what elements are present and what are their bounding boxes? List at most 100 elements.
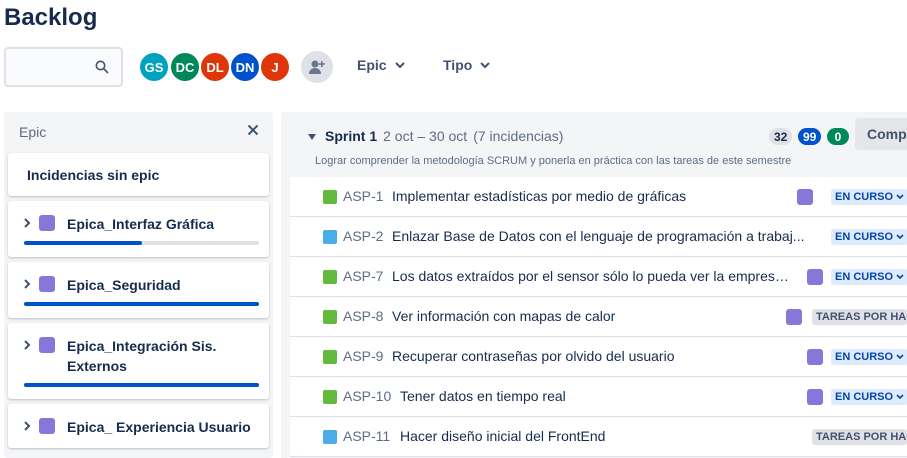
sprint-name: Sprint 1: [325, 128, 378, 144]
epic-progress-bar: [24, 241, 259, 245]
avatar[interactable]: DC: [169, 51, 201, 83]
epic-item[interactable]: Epica_Integración Sis. Externos: [8, 323, 269, 399]
status-label: EN CURSO: [835, 351, 894, 363]
issue-summary: Recuperar contraseñas por olvido del usu…: [392, 348, 675, 364]
chevron-down-icon: [896, 354, 904, 360]
epic-item-no-epic[interactable]: Incidencias sin epic: [8, 153, 269, 196]
chevron-right-icon[interactable]: [23, 421, 31, 431]
epic-color-swatch: [39, 276, 55, 292]
chevron-right-icon[interactable]: [23, 218, 31, 228]
issue-row[interactable]: ASP-1 Implementar estadísticas por medio…: [290, 177, 907, 217]
epic-item-label: Epica_Integración Sis. Externos: [67, 338, 217, 374]
status-label: EN CURSO: [835, 391, 894, 403]
status-dropdown[interactable]: EN CURSO: [831, 349, 907, 365]
avatar[interactable]: DN: [229, 51, 261, 83]
chevron-right-icon[interactable]: [23, 340, 31, 350]
in-progress-points-badge: 99: [798, 128, 822, 145]
issue-summary: Enlazar Base de Datos con el lenguaje de…: [392, 228, 805, 244]
issue-summary: Los datos extraídos por el sensor sólo l…: [392, 268, 792, 284]
epic-color-swatch: [807, 269, 823, 285]
add-user-button[interactable]: [301, 51, 333, 83]
issue-key[interactable]: ASP-7: [343, 268, 383, 284]
chevron-down-icon: [896, 394, 904, 400]
complete-sprint-button[interactable]: Completar sprint: [855, 118, 907, 150]
task-icon: [323, 230, 337, 244]
chevron-down-icon: [896, 194, 904, 200]
sprint-panel: Sprint 1 2 oct – 30 oct (7 incidencias) …: [281, 112, 907, 458]
issue-row[interactable]: ASP-2 Enlazar Base de Datos con el lengu…: [290, 217, 907, 257]
epic-item-label: Epica_Seguridad: [67, 277, 181, 293]
chevron-down-icon: [394, 61, 405, 68]
epic-item[interactable]: Epica_Seguridad: [8, 262, 269, 318]
issue-row[interactable]: ASP-11 Hacer diseño inicial del FrontEnd…: [290, 417, 907, 457]
status-dropdown[interactable]: TAREAS POR HAC: [812, 429, 907, 445]
issue-row[interactable]: ASP-7 Los datos extraídos por el sensor …: [290, 257, 907, 297]
issue-key[interactable]: ASP-1: [343, 188, 383, 204]
epic-color-swatch: [797, 189, 813, 205]
chevron-down-icon: [896, 234, 904, 240]
epic-item-label: Incidencias sin epic: [27, 167, 160, 183]
chevron-down-icon: [896, 274, 904, 280]
avatar[interactable]: GS: [138, 51, 170, 83]
search-icon: [95, 60, 109, 74]
status-dropdown[interactable]: TAREAS POR HAC: [812, 309, 907, 325]
epic-item[interactable]: Epica_Interfaz Gráfica: [8, 201, 269, 257]
issue-row[interactable]: ASP-10 Tener datos en tiempo real EN CUR…: [290, 377, 907, 417]
status-label: TAREAS POR HAC: [816, 311, 907, 323]
story-icon: [323, 390, 337, 404]
issue-key[interactable]: ASP-2: [343, 228, 383, 244]
epic-item-label: Epica_ Experiencia Usuario: [67, 419, 251, 435]
page-title: Backlog: [4, 4, 98, 31]
epic-progress-bar: [24, 383, 259, 387]
epic-filter-dropdown[interactable]: Epic: [357, 57, 405, 73]
story-icon: [323, 310, 337, 324]
sprint-header[interactable]: Sprint 1 2 oct – 30 oct (7 incidencias): [325, 128, 563, 144]
status-label: EN CURSO: [835, 231, 894, 243]
sprint-issue-count: (7 incidencias): [473, 128, 564, 144]
status-dropdown[interactable]: EN CURSO: [831, 269, 907, 285]
status-label: EN CURSO: [835, 191, 894, 203]
status-dropdown[interactable]: EN CURSO: [831, 389, 907, 405]
story-icon: [323, 190, 337, 204]
epic-filter-label: Epic: [357, 57, 387, 73]
epic-color-swatch: [39, 337, 55, 353]
status-label: EN CURSO: [835, 271, 894, 283]
chevron-right-icon[interactable]: [23, 279, 31, 289]
epic-panel: Epic Incidencias sin epic Epica_Interfaz…: [4, 112, 273, 458]
issue-key[interactable]: ASP-11: [343, 428, 390, 444]
status-dropdown[interactable]: EN CURSO: [831, 229, 907, 245]
avatar[interactable]: DL: [199, 51, 231, 83]
epic-color-swatch: [786, 309, 802, 325]
todo-points-badge: 32: [769, 128, 793, 145]
epic-color-swatch: [39, 418, 55, 434]
epic-panel-header: Epic: [19, 124, 47, 140]
close-icon[interactable]: [247, 124, 259, 136]
epic-item[interactable]: Epica_ Experiencia Usuario: [8, 404, 269, 448]
issue-key[interactable]: ASP-10: [343, 388, 391, 404]
status-label: TAREAS POR HAC: [816, 431, 907, 443]
done-points-badge: 0: [827, 128, 849, 145]
epic-item-label: Epica_Interfaz Gráfica: [67, 216, 215, 232]
story-icon: [323, 350, 337, 364]
issue-summary: Tener datos en tiempo real: [400, 388, 566, 404]
issue-summary: Implementar estadísticas por medio de gr…: [392, 188, 687, 204]
issue-row[interactable]: ASP-9 Recuperar contraseñas por olvido d…: [290, 337, 907, 377]
sprint-dates: 2 oct – 30 oct: [383, 128, 468, 144]
epic-color-swatch: [39, 215, 55, 231]
avatar[interactable]: J: [259, 51, 291, 83]
type-filter-dropdown[interactable]: Tipo: [443, 57, 491, 73]
caret-down-icon[interactable]: [308, 132, 316, 142]
epic-progress-bar: [24, 302, 259, 306]
story-icon: [323, 270, 337, 284]
epic-color-swatch: [807, 349, 823, 365]
status-dropdown[interactable]: EN CURSO: [831, 189, 907, 205]
issue-key[interactable]: ASP-9: [343, 348, 383, 364]
type-filter-label: Tipo: [443, 57, 473, 73]
add-person-icon: [309, 60, 325, 74]
chevron-down-icon: [480, 61, 491, 68]
sprint-goal: Lograr comprender la metodología SCRUM y…: [315, 155, 792, 167]
issue-row[interactable]: ASP-8 Ver información con mapas de calor…: [290, 297, 907, 337]
task-icon: [323, 430, 337, 444]
issue-key[interactable]: ASP-8: [343, 308, 383, 324]
search-input[interactable]: [4, 47, 123, 87]
